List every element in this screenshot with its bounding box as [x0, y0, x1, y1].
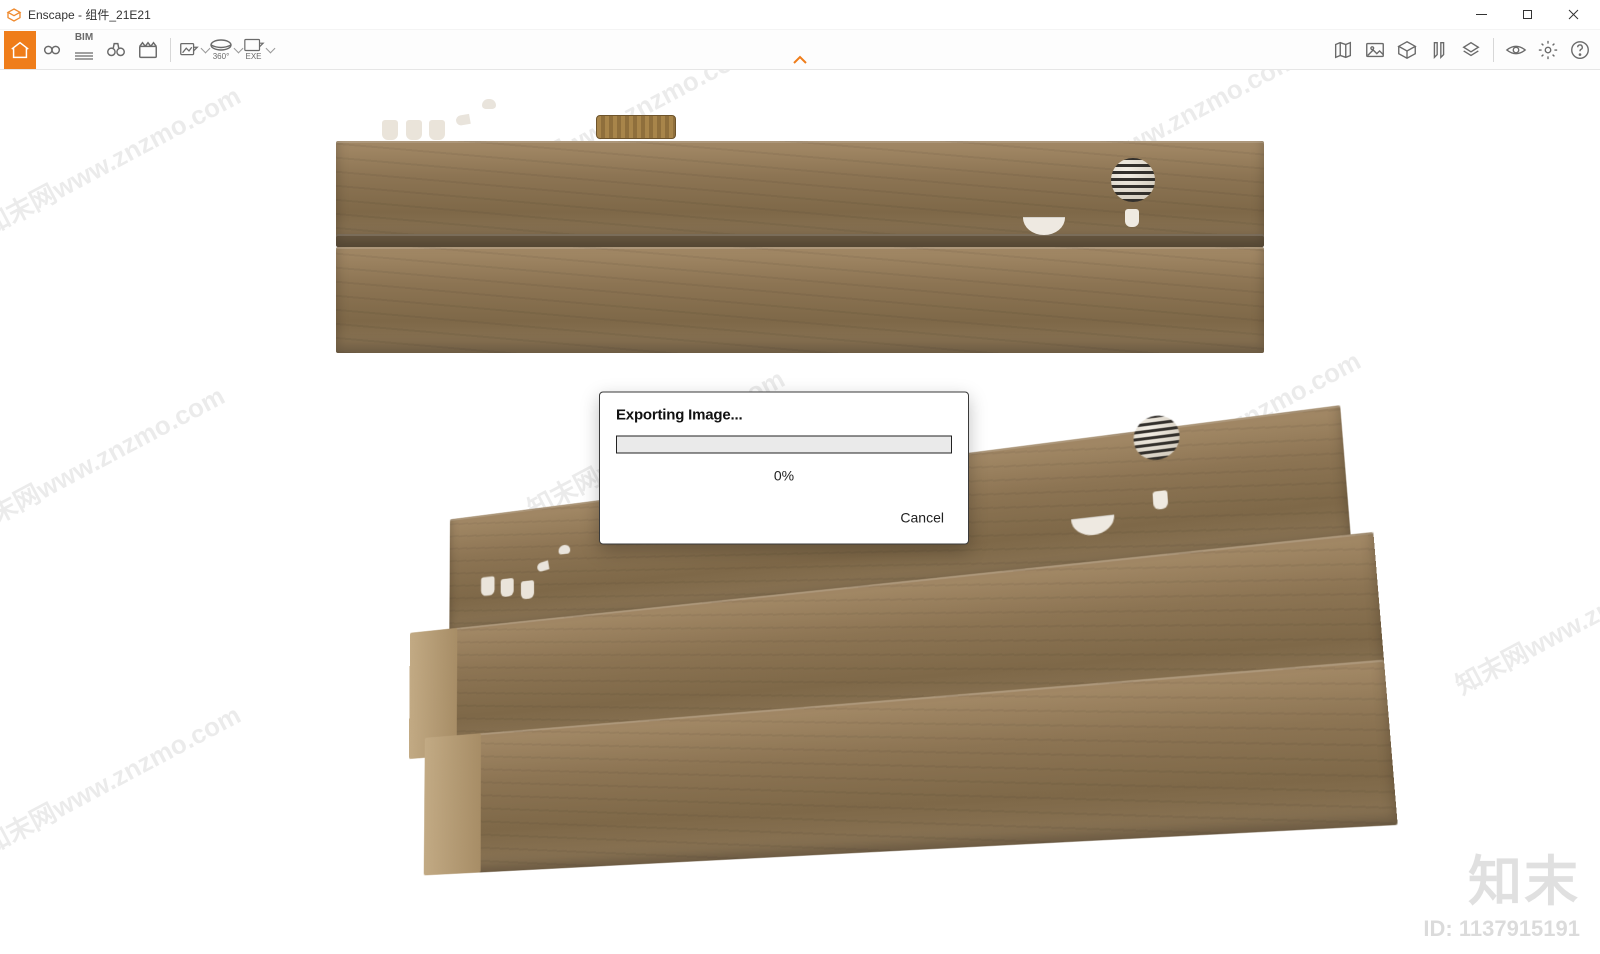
window-minimize-button[interactable] [1458, 0, 1504, 30]
binoculars-button[interactable] [100, 31, 132, 69]
map-button[interactable] [1327, 31, 1359, 69]
cup-icon [501, 578, 514, 597]
sculpture-stand [1152, 490, 1168, 510]
views-button[interactable] [1423, 31, 1455, 69]
watermark-text: 知末网www.znzmo.com [0, 694, 246, 861]
visibility-button[interactable] [1500, 31, 1532, 69]
exe-label: EXE [245, 52, 261, 61]
window-title: Enscape - 组件_21E21 [28, 6, 151, 23]
progress-label: 0% [616, 467, 952, 483]
gallery-button[interactable] [1359, 31, 1391, 69]
cancel-button[interactable]: Cancel [890, 503, 954, 531]
assets-box-button[interactable] [1391, 31, 1423, 69]
video-button[interactable] [132, 31, 164, 69]
scene-shelf-front [336, 141, 1264, 353]
striped-sphere-icon [1111, 158, 1155, 202]
sculpture-stand [1125, 209, 1139, 227]
link-sync-button[interactable] [36, 31, 68, 69]
chevron-down-icon [265, 44, 275, 54]
corner-watermark-text: 知末 [1423, 837, 1580, 916]
toolbar-collapse-chevron-icon[interactable] [792, 52, 808, 70]
cup-icon [481, 576, 495, 596]
app-logo-icon [6, 7, 22, 23]
cup-icon [521, 580, 534, 599]
dialog-title: Exporting Image... [616, 406, 952, 423]
help-button[interactable] [1564, 31, 1596, 69]
cup-icon [382, 120, 398, 140]
render-viewport[interactable]: 知末网www.znzmo.com 知末网www.znzmo.com 知末网www… [0, 70, 1600, 954]
cup-icon [406, 120, 422, 140]
window-titlebar: Enscape - 组件_21E21 [0, 0, 1600, 30]
panorama-label: 360° [213, 52, 230, 61]
home-button[interactable] [4, 31, 36, 69]
watermark-text: 知末网www.znzmo.com [1448, 535, 1600, 702]
watermark-text: 知末网www.znzmo.com [0, 376, 230, 543]
cup-icon [429, 120, 445, 140]
basket-icon [596, 115, 676, 139]
main-toolbar: BIM 360° EXE [0, 30, 1600, 70]
settings-button[interactable] [1532, 31, 1564, 69]
exe-export-button[interactable]: EXE [242, 31, 274, 69]
screenshot-export-button[interactable] [177, 31, 209, 69]
bim-label: BIM [75, 33, 93, 43]
layers-button[interactable] [1455, 31, 1487, 69]
window-maximize-button[interactable] [1504, 0, 1550, 30]
toolbar-separator [1493, 38, 1494, 62]
progress-bar [616, 435, 952, 453]
toolbar-separator [170, 38, 171, 62]
corner-watermark-id: ID: 1137915191 [1423, 916, 1580, 942]
watermark-text: 知末网www.znzmo.com [0, 76, 246, 243]
panorama-export-button[interactable]: 360° [209, 31, 242, 69]
window-close-button[interactable] [1550, 0, 1596, 30]
export-image-dialog: Exporting Image... 0% Cancel [599, 391, 969, 544]
bim-mode-button[interactable]: BIM [68, 31, 100, 69]
corner-watermark: 知末 ID: 1137915191 [1423, 837, 1580, 942]
